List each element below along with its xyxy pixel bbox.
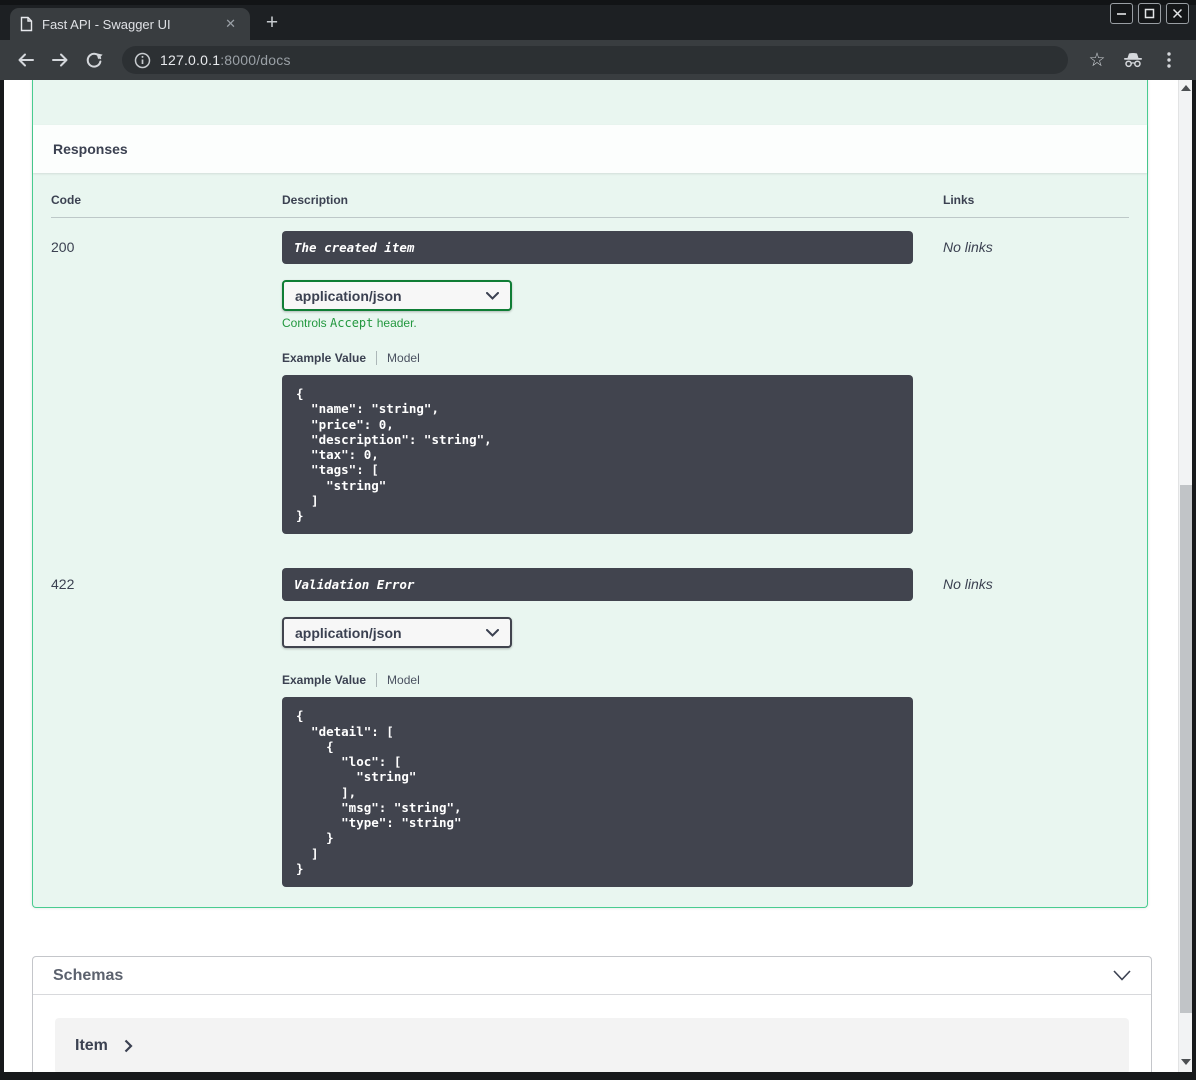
- example-json: { "name": "string", "price": 0, "descrip…: [296, 386, 492, 523]
- tab-model[interactable]: Model: [387, 351, 420, 365]
- url-bar[interactable]: 127.0.0.1:8000/docs: [122, 46, 1068, 74]
- window-frame-bottom: [0, 1072, 1196, 1080]
- swagger-page: Responses Code Description Links 200 The…: [4, 80, 1178, 1072]
- window-controls: [1110, 3, 1189, 24]
- chevron-down-icon[interactable]: [1113, 970, 1131, 981]
- response-description-cell: The created item application/json Contro…: [282, 231, 943, 535]
- media-type-value: application/json: [295, 287, 402, 304]
- example-model-tabs: Example Value Model: [282, 673, 943, 688]
- scroll-down-icon[interactable]: [1181, 1059, 1191, 1067]
- response-description-cell: Validation Error application/json Exampl…: [282, 568, 943, 887]
- schemas-title: Schemas: [53, 966, 124, 984]
- responses-table-header: Code Description Links: [51, 185, 1129, 218]
- scrollbar-thumb[interactable]: [1180, 485, 1192, 1013]
- chevron-right-icon: [124, 1039, 133, 1053]
- minimize-icon[interactable]: [1110, 3, 1133, 24]
- response-row-200: 200 The created item application/json Co…: [51, 218, 1129, 535]
- accept-header-note: Controls Accept header.: [282, 316, 417, 330]
- example-json: { "detail": [ { "loc": [ "string" ], "ms…: [296, 708, 462, 876]
- response-description: Validation Error: [282, 568, 913, 602]
- tab-separator: [376, 351, 378, 365]
- forward-icon[interactable]: [46, 46, 74, 74]
- response-code: 422: [51, 576, 75, 593]
- model-name: Item: [75, 1037, 108, 1054]
- schemas-header[interactable]: Schemas: [33, 957, 1151, 995]
- tab-separator: [376, 673, 378, 688]
- response-code: 200: [51, 239, 75, 255]
- tab-model[interactable]: Model: [387, 673, 420, 687]
- responses-title: Responses: [53, 141, 128, 157]
- response-row-422: 422 Validation Error application/json Ex…: [51, 555, 1129, 887]
- col-header-links: Links: [943, 193, 975, 207]
- url-path: :8000/docs: [220, 52, 291, 68]
- document-icon: [20, 16, 33, 32]
- page-scrollbar[interactable]: [1178, 80, 1192, 1072]
- url-host: 127.0.0.1: [160, 52, 221, 68]
- tab-close-icon[interactable]: ✕: [221, 16, 240, 32]
- close-window-icon[interactable]: [1166, 3, 1189, 24]
- opblock-body-space: [33, 80, 1147, 125]
- schemas-section: Schemas Item ValidationError: [32, 956, 1152, 1072]
- tab-example-value[interactable]: Example Value: [282, 351, 366, 365]
- media-type-select[interactable]: application/json: [282, 617, 512, 649]
- col-header-code: Code: [51, 193, 81, 207]
- chevron-down-icon: [486, 291, 499, 300]
- example-model-tabs: Example Value Model: [282, 351, 943, 365]
- chevron-down-icon: [486, 628, 499, 637]
- bookmark-star-icon[interactable]: ☆: [1082, 46, 1112, 74]
- response-links: No links: [943, 239, 993, 255]
- response-description: The created item: [282, 231, 913, 264]
- incognito-icon: [1118, 46, 1148, 74]
- model-item[interactable]: Item: [55, 1018, 1129, 1072]
- browser-toolbar: 127.0.0.1:8000/docs ☆: [0, 40, 1196, 80]
- scroll-up-icon[interactable]: [1181, 85, 1191, 93]
- opblock-post: Responses Code Description Links 200 The…: [32, 80, 1148, 908]
- responses-table: Code Description Links 200 The created i…: [33, 173, 1147, 907]
- tab-title: Fast API - Swagger UI: [42, 16, 171, 32]
- new-tab-icon[interactable]: +: [258, 9, 286, 37]
- kebab-menu-icon[interactable]: [1154, 46, 1184, 74]
- reload-icon[interactable]: [80, 46, 108, 74]
- url-text: 127.0.0.1:8000/docs: [160, 52, 291, 68]
- response-links: No links: [943, 576, 993, 593]
- responses-section-header: Responses: [33, 125, 1147, 173]
- window-frame-right: [1192, 80, 1196, 1072]
- back-icon[interactable]: [12, 46, 40, 74]
- browser-window: Fast API - Swagger UI ✕ + 127.0.0.1:8000…: [0, 0, 1196, 1080]
- site-info-icon[interactable]: [134, 52, 151, 69]
- media-type-select[interactable]: application/json: [282, 280, 512, 311]
- maximize-icon[interactable]: [1138, 3, 1161, 24]
- col-header-description: Description: [282, 193, 349, 207]
- schemas-body: Item ValidationError: [33, 995, 1151, 1072]
- tab-strip: Fast API - Swagger UI ✕ +: [0, 0, 1196, 40]
- tab-example-value[interactable]: Example Value: [282, 673, 366, 687]
- example-code-block: { "detail": [ { "loc": [ "string" ], "ms…: [282, 697, 913, 887]
- example-code-block: { "name": "string", "price": 0, "descrip…: [282, 375, 913, 535]
- browser-tab[interactable]: Fast API - Swagger UI ✕: [10, 8, 250, 40]
- media-type-value: application/json: [295, 624, 402, 641]
